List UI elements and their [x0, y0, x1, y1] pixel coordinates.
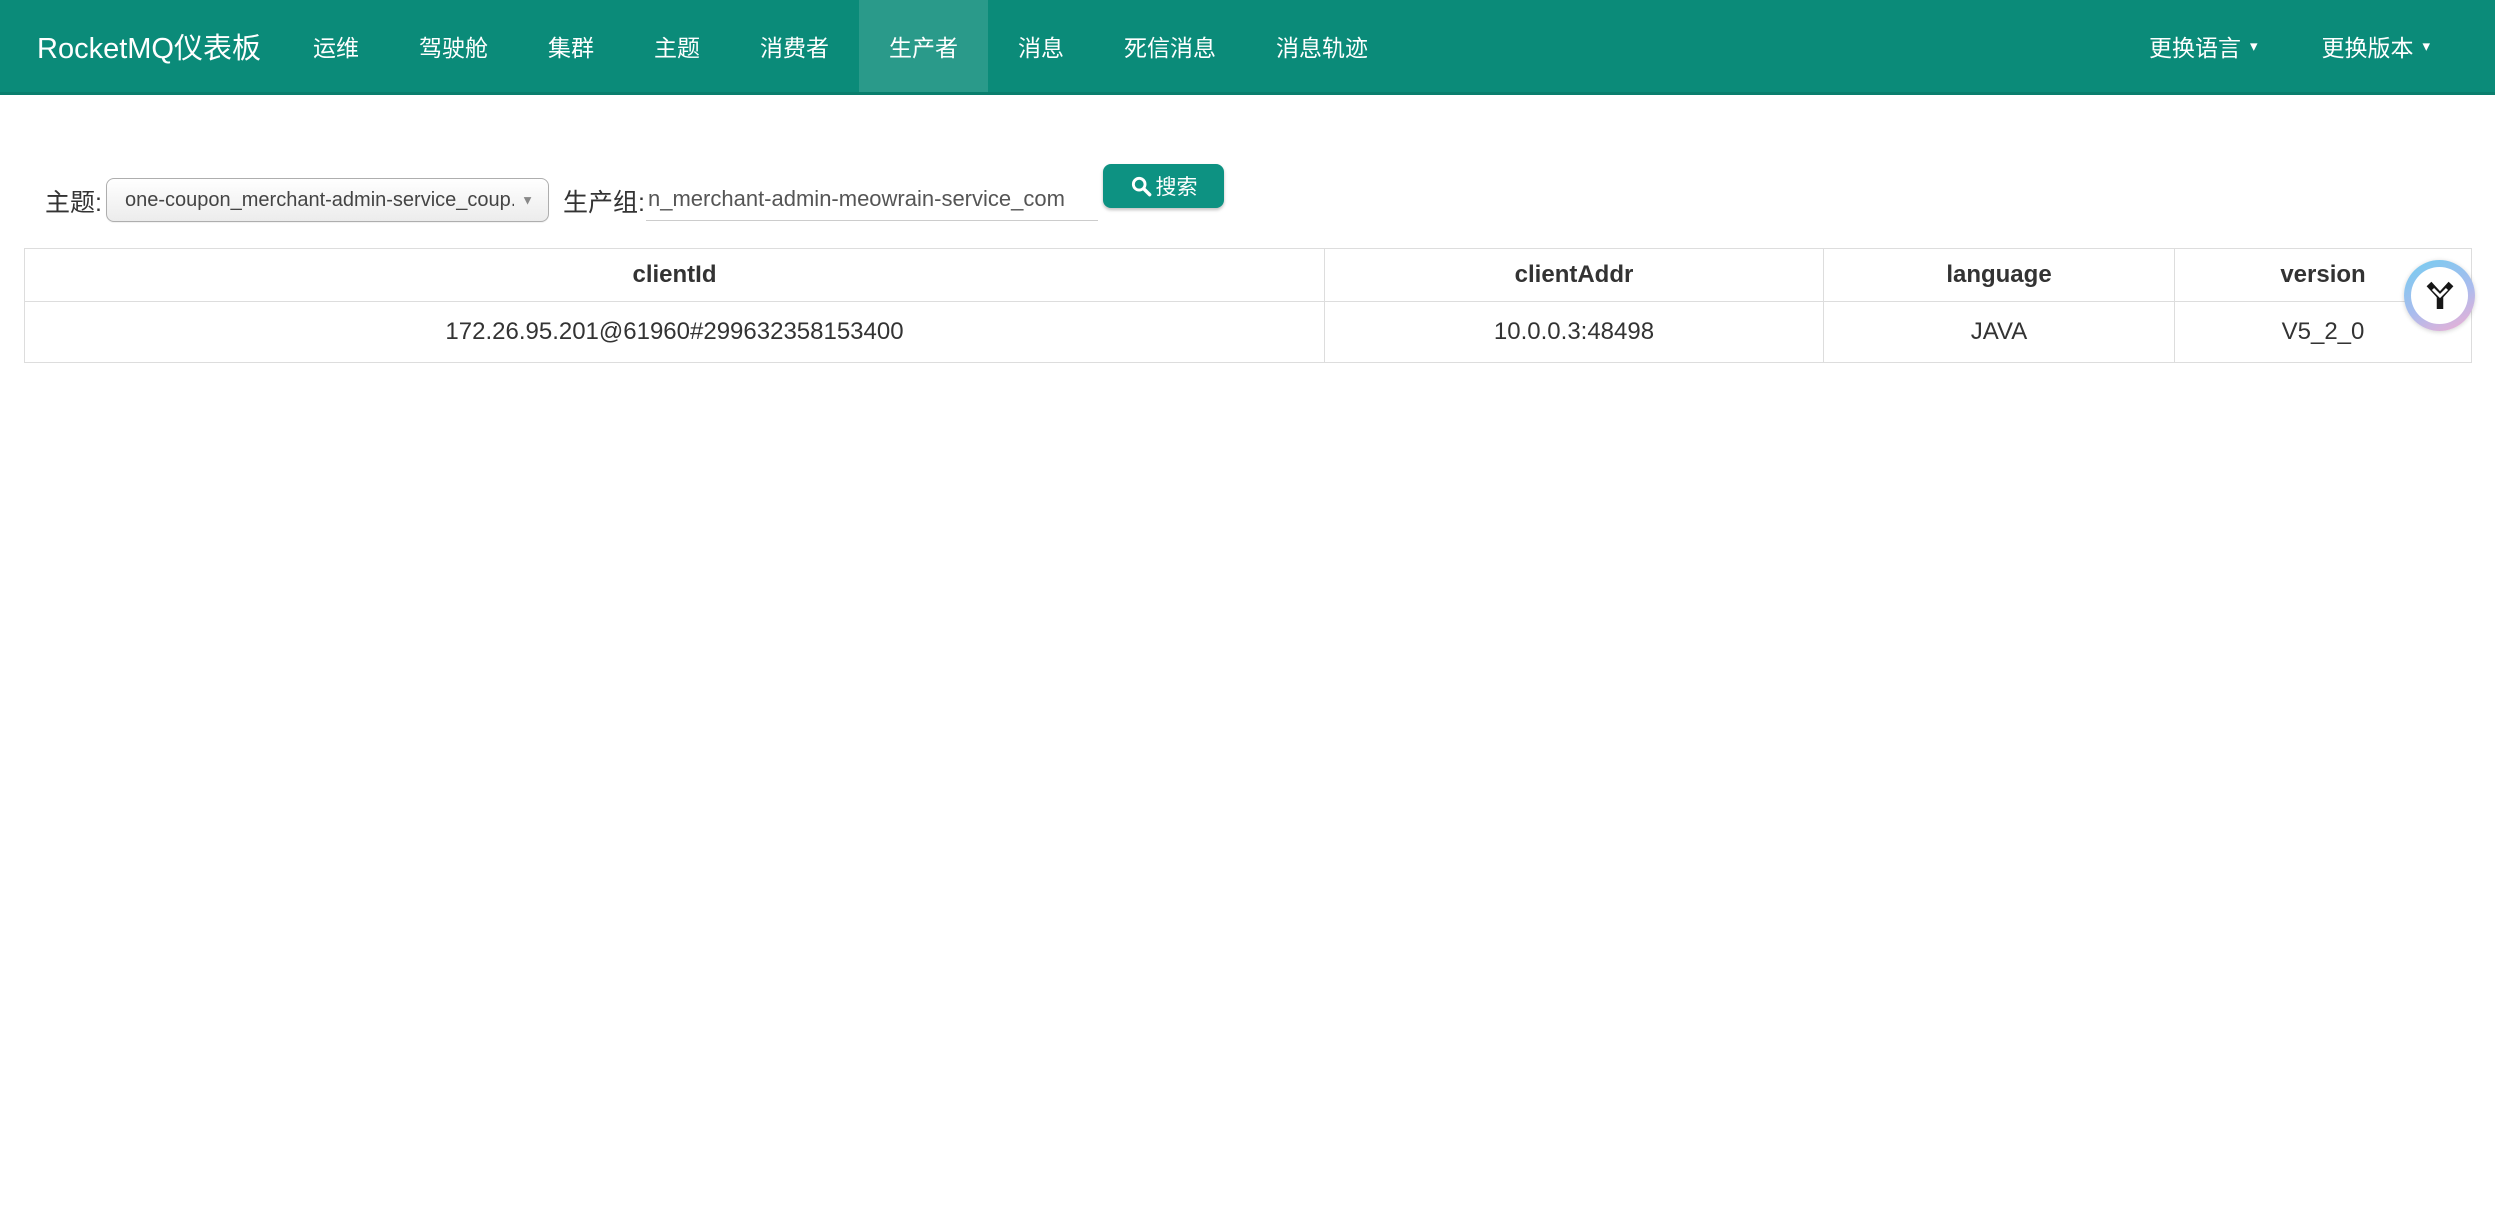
- producer-group-label: 生产组:: [563, 183, 645, 219]
- nav-item-cluster[interactable]: 集群: [518, 0, 624, 92]
- nav-item-ops[interactable]: 运维: [283, 0, 389, 92]
- nav-menu: 运维 驾驶舱 集群 主题 消费者 生产者 消息 死信消息 消息轨迹: [283, 0, 1398, 92]
- nav-item-cockpit[interactable]: 驾驶舱: [389, 0, 518, 92]
- cell-clientaddr: 10.0.0.3:48498: [1325, 302, 1824, 363]
- producer-client-table: clientId clientAddr language version 172…: [24, 248, 2472, 363]
- change-version-dropdown[interactable]: 更换版本 ▾: [2289, 0, 2462, 92]
- column-header-clientaddr: clientAddr: [1325, 249, 1824, 302]
- cell-clientid: 172.26.95.201@61960#299632358153400: [25, 302, 1325, 363]
- topic-select[interactable]: one-coupon_merchant-admin-service_coup..…: [106, 178, 549, 222]
- search-button-label: 搜索: [1156, 171, 1198, 201]
- table-header-row: clientId clientAddr language version: [25, 249, 2472, 302]
- brand-title[interactable]: RocketMQ仪表板: [37, 0, 261, 92]
- column-header-language: language: [1824, 249, 2175, 302]
- nav-item-message[interactable]: 消息: [988, 0, 1094, 92]
- nav-item-producer[interactable]: 生产者: [859, 0, 988, 92]
- nav-right-menu: 更换语言 ▾ 更换版本 ▾: [2117, 0, 2462, 92]
- search-button[interactable]: 搜索: [1103, 164, 1224, 208]
- navbar: RocketMQ仪表板 运维 驾驶舱 集群 主题 消费者 生产者 消息 死信消息…: [0, 0, 2495, 95]
- caret-down-icon: ▼: [521, 193, 534, 208]
- nav-item-dlq-message[interactable]: 死信消息: [1094, 0, 1246, 92]
- change-version-label: 更换版本: [2321, 29, 2413, 63]
- caret-down-icon: ▾: [2250, 39, 2258, 54]
- column-header-clientid: clientId: [25, 249, 1325, 302]
- cell-language: JAVA: [1824, 302, 2175, 363]
- table-row: 172.26.95.201@61960#299632358153400 10.0…: [25, 302, 2472, 363]
- change-language-label: 更换语言: [2149, 29, 2241, 63]
- topic-label: 主题:: [45, 183, 102, 219]
- extension-badge-icon: [2411, 267, 2468, 324]
- extension-badge-button[interactable]: [2404, 260, 2475, 331]
- nav-item-consumer[interactable]: 消费者: [730, 0, 859, 92]
- caret-down-icon: ▾: [2422, 39, 2430, 54]
- change-language-dropdown[interactable]: 更换语言 ▾: [2117, 0, 2290, 92]
- search-icon: [1130, 175, 1153, 198]
- topic-select-value: one-coupon_merchant-admin-service_coup..…: [125, 189, 514, 212]
- nav-item-topic[interactable]: 主题: [624, 0, 730, 92]
- producer-group-input[interactable]: [646, 179, 1098, 221]
- nav-item-message-trace[interactable]: 消息轨迹: [1246, 0, 1398, 92]
- filter-bar: 主题: one-coupon_merchant-admin-service_co…: [0, 95, 2495, 248]
